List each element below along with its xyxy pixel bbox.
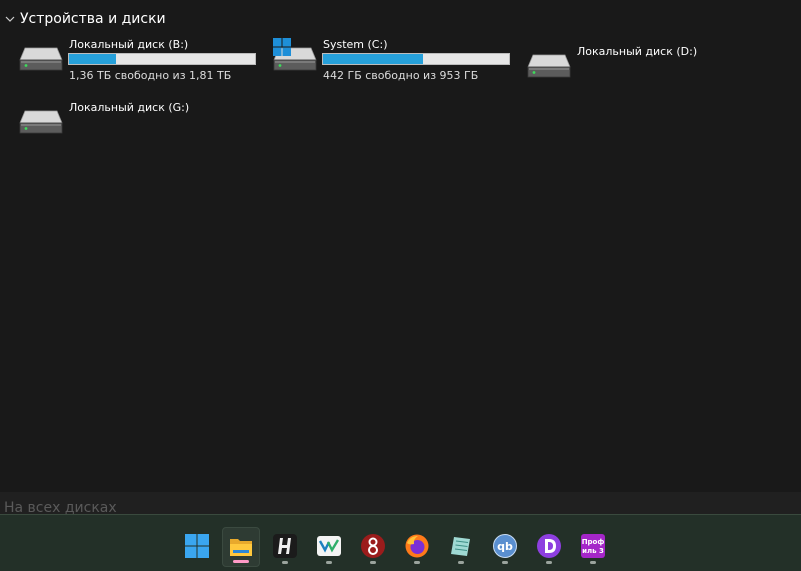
taskbar-notes-app[interactable] [442,527,480,567]
chevron-down-icon [5,16,15,22]
running-indicator [370,561,376,564]
taskbar-qbittorrent[interactable]: qb [486,527,524,567]
profile-app-icon: Проф иль 3 [581,534,605,558]
running-indicator [546,561,552,564]
gnupg-app-icon [361,534,385,558]
taskbar-gnupg-app[interactable] [354,527,392,567]
taskbar-vk-app[interactable] [310,527,348,567]
drive-usage-fill [323,54,424,64]
qbittorrent-icon: qb [493,534,517,558]
group-title: Устройства и диски [20,11,166,27]
running-indicator [414,561,420,564]
drive-name: Локальный диск (G:) [69,101,190,114]
drive-item-b[interactable]: Локальный диск (B:) 1,36 ТБ свободно из … [19,38,264,86]
taskbar-file-explorer[interactable] [222,527,260,567]
running-indicator [502,561,508,564]
hard-drive-icon [19,47,63,71]
drive-name: Локальный диск (D:) [577,45,698,58]
drive-name: System (C:) [323,38,388,51]
taskbar-h-app[interactable] [266,527,304,567]
hard-drive-icon [19,110,63,134]
search-scope-bar[interactable]: На всех дисках [0,492,801,514]
d-app-icon [537,534,561,558]
taskbar: qb Проф иль 3 [0,514,801,571]
running-indicator [458,561,464,564]
hard-drive-icon [527,54,571,78]
search-scope-text: На всех дисках [4,500,117,514]
drive-usage-fill [69,54,116,64]
vk-app-icon [317,536,341,556]
firefox-icon [405,534,429,558]
running-indicator [282,561,288,564]
drive-item-g[interactable]: Локальный диск (G:) [19,101,219,149]
taskbar-start-button[interactable] [178,527,216,567]
drive-free-space: 442 ГБ свободно из 953 ГБ [323,69,479,82]
devices-group-header[interactable]: Устройства и диски [4,9,166,29]
svg-text:qb: qb [497,540,513,553]
drive-item-c[interactable]: System (C:) 442 ГБ свободно из 953 ГБ [273,38,518,86]
drive-item-d[interactable]: Локальный диск (D:) [527,45,727,93]
drive-free-space: 1,36 ТБ свободно из 1,81 ТБ [69,69,232,82]
profile-label-line-1: Проф [582,538,605,546]
file-explorer-icon [230,539,252,556]
profile-label-line-2: иль 3 [582,547,604,555]
taskbar-profile-app[interactable]: Проф иль 3 [574,527,612,567]
active-indicator [233,560,249,563]
windows-start-icon [185,534,209,558]
taskbar-d-app[interactable] [530,527,568,567]
windows-logo-icon [273,38,291,56]
drive-name: Локальный диск (B:) [69,38,189,51]
h-app-icon [273,534,297,558]
drive-usage-bar [322,53,510,65]
drive-usage-bar [68,53,256,65]
running-indicator [590,561,596,564]
running-indicator [326,561,332,564]
taskbar-firefox[interactable] [398,527,436,567]
notes-app-icon [451,537,470,556]
explorer-content-pane: Устройства и диски Локальный диск (B:) 1… [0,0,801,492]
